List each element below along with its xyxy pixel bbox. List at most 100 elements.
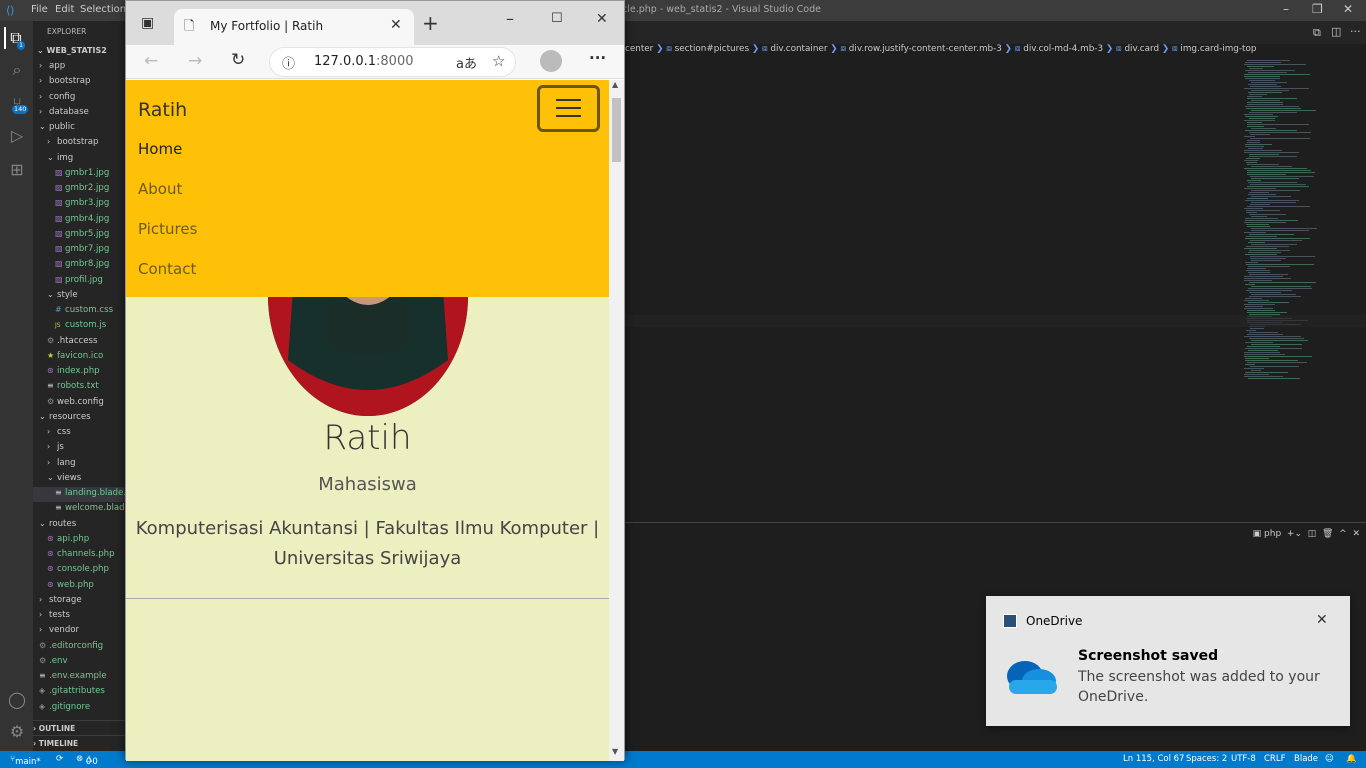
breadcrumb-item[interactable]: div.col-md-4.mb-3 xyxy=(1023,44,1103,54)
tab-actions-icon[interactable]: ▣ xyxy=(141,15,154,31)
menu-edit[interactable]: Edit xyxy=(55,4,74,15)
scroll-down-icon[interactable]: ▼ xyxy=(612,747,618,756)
favorite-star-icon[interactable]: ☆ xyxy=(492,52,505,70)
tree-file[interactable]: ≡ .env.example xyxy=(39,670,107,685)
new-tab-icon[interactable]: + xyxy=(422,11,439,35)
tree-folder[interactable]: › css xyxy=(47,426,71,441)
navbar-toggler-button[interactable] xyxy=(537,85,600,132)
tree-folder[interactable]: ⌄ style xyxy=(47,289,78,304)
notifications-icon[interactable]: 🔔 xyxy=(1346,754,1357,764)
settings-more-icon[interactable]: ··· xyxy=(589,49,606,67)
toast-close-icon[interactable]: ✕ xyxy=(1316,612,1328,628)
breadcrumb-item[interactable]: div.card xyxy=(1124,44,1159,54)
tree-folder[interactable]: › app xyxy=(39,60,65,75)
tree-file[interactable]: ⊛ channels.php xyxy=(47,548,115,563)
tree-file[interactable]: ≡welcome.blad... xyxy=(55,502,125,517)
split-terminal-icon[interactable]: ◫ xyxy=(1305,529,1317,539)
read-aloud-icon[interactable]: aあ xyxy=(456,53,477,72)
tree-folder[interactable]: › tests xyxy=(39,609,70,624)
account-icon[interactable]: ◯ xyxy=(6,689,28,711)
tree-file[interactable]: ⚙ .env xyxy=(39,655,68,670)
sync-icon[interactable]: ⟳ xyxy=(56,754,63,764)
url-field[interactable]: ⓘ 127.0.0.1:8000 aあ ☆ xyxy=(269,47,516,77)
tree-file[interactable]: ◈ .gitignore xyxy=(39,701,90,716)
tree-file[interactable]: ⚙ web.config xyxy=(47,396,104,411)
tree-file[interactable]: ⊛ index.php xyxy=(47,365,100,380)
tree-file[interactable]: ▨ gmbr4.jpg xyxy=(55,213,109,228)
menu-selection[interactable]: Selection xyxy=(80,4,126,15)
tree-folder[interactable]: › bootstrap xyxy=(47,136,98,151)
restore-icon[interactable]: ❐ xyxy=(1312,2,1323,16)
tree-folder[interactable]: › database xyxy=(39,106,89,121)
refresh-icon[interactable]: ↻ xyxy=(231,50,245,70)
site-brand[interactable]: Ratih xyxy=(138,99,187,121)
tree-file[interactable]: ★ favicon.ico xyxy=(47,350,103,365)
tree-file[interactable]: ⊛ web.php xyxy=(47,579,94,594)
page-scrollbar[interactable]: ▲ ▼ xyxy=(609,80,624,761)
indentation[interactable]: Spaces: 2 xyxy=(1186,754,1227,764)
tree-folder[interactable]: ⌄ public xyxy=(39,121,75,136)
tree-file[interactable]: ▨ gmbr8.jpg xyxy=(55,258,109,273)
browser-close-icon[interactable]: ✕ xyxy=(596,11,608,27)
tree-folder[interactable]: › config xyxy=(39,91,75,106)
open-changes-icon[interactable]: ⧉ xyxy=(1313,26,1321,40)
tree-folder[interactable]: › vendor xyxy=(39,624,79,639)
language-mode[interactable]: Blade xyxy=(1294,754,1318,764)
tree-file[interactable]: ▨ gmbr3.jpg xyxy=(55,197,109,212)
extensions-icon[interactable]: ⊞ xyxy=(6,159,28,181)
browser-minimize-icon[interactable]: – xyxy=(506,9,514,28)
forward-icon[interactable]: → xyxy=(188,51,202,71)
more-actions-icon[interactable]: ··· xyxy=(1350,25,1361,38)
tree-folder[interactable]: › bootstrap xyxy=(39,75,90,90)
settings-gear-icon[interactable]: ⚙ xyxy=(6,721,28,743)
feedback-icon[interactable]: ☺ xyxy=(1325,754,1334,764)
split-editor-icon[interactable]: ◫ xyxy=(1331,25,1341,38)
breadcrumb-item[interactable]: img.card-img-top xyxy=(1180,44,1256,54)
trash-icon[interactable]: 🗑 xyxy=(1319,529,1333,539)
menu-file[interactable]: File xyxy=(31,4,48,15)
breadcrumb-item[interactable]: div.container xyxy=(770,44,827,54)
tree-file[interactable]: ▨ gmbr7.jpg xyxy=(55,243,109,258)
minimap[interactable] xyxy=(1244,60,1364,390)
nav-home[interactable]: Home xyxy=(138,140,182,158)
browser-tab[interactable]: 🗋 My Fortfolio | Ratih ✕ xyxy=(174,9,414,45)
tree-file[interactable]: ▨ gmbr5.jpg xyxy=(55,228,109,243)
breadcrumb-item[interactable]: section#pictures xyxy=(675,44,749,54)
terminal-label[interactable]: php xyxy=(1264,529,1281,539)
tree-file[interactable]: ▨ gmbr2.jpg xyxy=(55,182,109,197)
onedrive-notification[interactable]: OneDrive ✕ Screenshot saved The screensh… xyxy=(986,596,1350,726)
project-header[interactable]: ⌄ WEB_STATIS2 xyxy=(37,46,107,55)
close-panel-icon[interactable]: ✕ xyxy=(1350,529,1360,539)
tree-file[interactable]: ◈ .gitattributes xyxy=(39,685,105,700)
search-icon[interactable]: ⌕ xyxy=(6,59,28,81)
maximize-panel-icon[interactable]: ^ xyxy=(1336,529,1347,539)
nav-pictures[interactable]: Pictures xyxy=(138,220,197,238)
run-debug-icon[interactable]: ▷ xyxy=(6,125,28,147)
problems-status[interactable]: ⊗ 0 △ 0 xyxy=(76,754,98,767)
tree-file[interactable]: # custom.css xyxy=(55,304,113,319)
tree-file[interactable]: ≡ landing.blade... xyxy=(33,487,125,502)
tree-file[interactable]: ⚙ .editorconfig xyxy=(39,640,103,655)
tree-folder[interactable]: ⌄ img xyxy=(47,152,73,167)
browser-maximize-icon[interactable]: ☐ xyxy=(551,11,563,26)
scroll-up-icon[interactable]: ▲ xyxy=(612,80,618,89)
breadcrumb-item[interactable]: center xyxy=(625,44,653,54)
tree-folder[interactable]: › storage xyxy=(39,594,82,609)
branch-status[interactable]: ⑂ main* xyxy=(10,754,41,767)
close-window-icon[interactable]: ✕ xyxy=(1343,2,1353,16)
tree-folder[interactable]: ⌄ routes xyxy=(39,518,76,533)
tree-file[interactable]: ⚙ .htaccess xyxy=(47,335,98,350)
close-tab-icon[interactable]: ✕ xyxy=(390,17,402,33)
nav-contact[interactable]: Contact xyxy=(138,260,196,278)
line-ending[interactable]: CRLF xyxy=(1264,754,1285,764)
tree-folder[interactable]: › js xyxy=(47,441,64,456)
profile-avatar-icon[interactable] xyxy=(540,50,562,72)
encoding[interactable]: UTF-8 xyxy=(1231,754,1256,764)
tree-folder[interactable]: ⌄ views xyxy=(47,472,81,487)
tree-file[interactable]: ≡ robots.txt xyxy=(47,380,99,395)
breadcrumb-item[interactable]: div.row.justify-content-center.mb-3 xyxy=(849,44,1002,54)
site-info-icon[interactable]: ⓘ xyxy=(282,53,295,72)
tree-file[interactable]: ⊛ console.php xyxy=(47,563,109,578)
outline-section[interactable]: › OUTLINE xyxy=(33,720,125,733)
tree-file[interactable]: ▨ gmbr1.jpg xyxy=(55,167,109,182)
